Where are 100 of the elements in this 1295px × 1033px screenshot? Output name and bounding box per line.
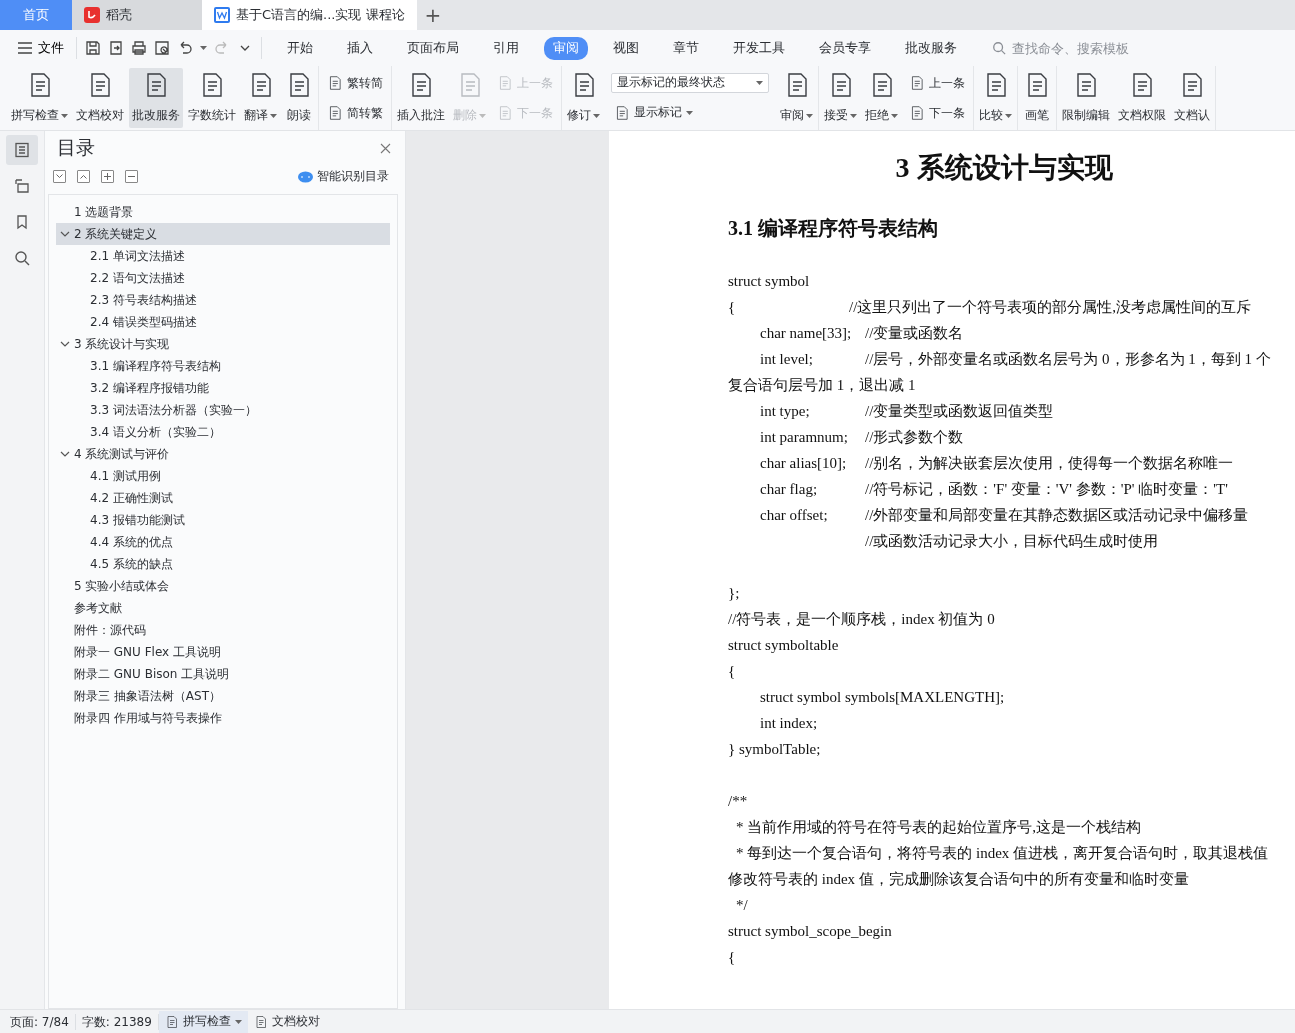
text-line: //符号表，是一个顺序栈，index 初值为 0 — [728, 610, 996, 629]
document-logo-icon — [214, 7, 230, 23]
ribbon-button[interactable]: 批改服务 — [129, 68, 183, 128]
ribbon-small-button[interactable]: 上一条 — [906, 72, 968, 94]
preview-icon[interactable] — [154, 40, 170, 56]
outline-icon — [14, 178, 30, 194]
ribbon-button[interactable]: 审阅 — [777, 68, 816, 128]
toc-item[interactable]: 2.1 单词文法描述 — [56, 245, 390, 267]
menu-tab[interactable]: 章节 — [664, 36, 708, 60]
ribbon-small-button[interactable]: 简转繁 — [324, 102, 386, 124]
text-line: * 当前作用域的符号在符号表的起始位置序号,这是一个栈结构 — [735, 818, 1142, 837]
status-text: 页面: 7/84 — [4, 1013, 76, 1030]
ribbon-small-button[interactable]: 繁转简 — [324, 72, 386, 94]
toc-item[interactable]: 3.3 词法语法分析器（实验一） — [56, 399, 390, 421]
save-icon[interactable] — [85, 40, 101, 56]
menu-tab[interactable]: 插入 — [338, 36, 382, 60]
toc-item[interactable]: 3.1 编译程序符号表结构 — [56, 355, 390, 377]
ribbon-button[interactable]: 修订 — [564, 68, 603, 128]
menu-tab[interactable]: 页面布局 — [398, 36, 468, 60]
sidebar-tool[interactable] — [6, 135, 38, 165]
menu-tab[interactable]: 开发工具 — [724, 36, 794, 60]
export-icon[interactable] — [108, 40, 124, 56]
text-line: { — [728, 662, 737, 681]
ribbon-button[interactable]: 画笔 — [1020, 68, 1054, 128]
menu-tab[interactable]: 视图 — [604, 36, 648, 60]
ribbon-button[interactable]: 接受 — [821, 68, 860, 128]
ribbon-button[interactable]: 朗读 — [282, 68, 316, 128]
ribbon-button[interactable]: 文档校对 — [73, 68, 127, 128]
status-button[interactable]: 文档校对 — [247, 1010, 326, 1033]
text-line: struct symboltable — [728, 636, 840, 655]
text-line: int paramnum; //形式参数个数 — [759, 428, 965, 447]
menu-tab[interactable]: 批改服务 — [896, 36, 966, 60]
text-line: struct symbol — [728, 272, 811, 291]
status-text: 字数: 21389 — [75, 1013, 159, 1030]
toc-item[interactable]: 3.2 编译程序报错功能 — [56, 377, 390, 399]
flame-logo-icon — [84, 7, 100, 23]
minus-icon — [128, 173, 135, 180]
tab[interactable]: 基于C语言的编...实现 课程论 — [202, 0, 417, 30]
menu-tab[interactable]: 引用 — [484, 36, 528, 60]
new-tab-button[interactable]: + — [416, 3, 450, 27]
ribbon-small-button[interactable]: 下一条 — [906, 102, 968, 124]
text-line: char offset; //外部变量和局部变量在其静态数据区或活动记录中偏移量 — [759, 506, 1250, 525]
toc-item[interactable]: 4 系统测试与评价 — [56, 443, 390, 465]
text-line: char alias[10]; //别名，为解决嵌套层次使用，使得每一个数据名称唯一 — [759, 454, 1235, 473]
smart-toc-button[interactable]: 智能识别目录 — [292, 167, 395, 186]
ribbon-button[interactable]: 文档认 — [1171, 68, 1213, 128]
remove-button[interactable] — [125, 170, 138, 183]
ribbon-button[interactable]: 限制编辑 — [1059, 68, 1113, 128]
close-icon[interactable] — [380, 142, 391, 154]
ribbon-button[interactable]: 比较 — [976, 68, 1015, 128]
status-button[interactable]: 拼写检查 — [158, 1010, 248, 1033]
toc-item[interactable]: 附录三 抽象语法树（AST） — [56, 685, 390, 707]
ribbon-small-button[interactable]: 显示标记 — [611, 102, 769, 124]
toc-item[interactable]: 1 选题背景 — [56, 201, 390, 223]
collapse-button[interactable] — [77, 170, 90, 183]
toc-item[interactable]: 4.2 正确性测试 — [56, 487, 390, 509]
toc-item[interactable]: 参考文献 — [56, 597, 390, 619]
chevron-up-icon — [80, 174, 87, 179]
toc-item[interactable]: 4.4 系统的优点 — [56, 531, 390, 553]
toc-item[interactable]: 4.5 系统的缺点 — [56, 553, 390, 575]
ribbon-button[interactable]: 翻译 — [241, 68, 280, 128]
expand-button[interactable] — [53, 170, 66, 183]
ribbon-button[interactable]: 文档权限 — [1115, 68, 1169, 128]
toc-item[interactable]: 3 系统设计与实现 — [56, 333, 390, 355]
chevron-down-icon — [56, 174, 63, 179]
text-line: }; — [728, 584, 741, 603]
text-line: //或函数活动记录大小，目标代码生成时使用 — [864, 532, 1160, 551]
search-field[interactable]: 查找命令、搜索模板 — [1010, 39, 1154, 57]
menu-tab[interactable]: 会员专享 — [810, 36, 880, 60]
document-icon — [164, 1014, 179, 1029]
tab[interactable]: 稻壳 — [72, 0, 202, 30]
dropdown[interactable]: 显示标记的最终状态 — [611, 72, 769, 93]
document-icon — [497, 105, 513, 121]
add-button[interactable] — [101, 170, 114, 183]
toc-item[interactable]: 2.4 错误类型码描述 — [56, 311, 390, 333]
section-heading: 3.1 编译程序符号表结构 — [728, 216, 939, 241]
menu-tab[interactable]: 开始 — [278, 36, 322, 60]
toc-item[interactable]: 3.4 语义分析（实验二） — [56, 421, 390, 443]
ribbon-button[interactable]: 拼写检查 — [8, 68, 71, 128]
toc-item[interactable]: 2.2 语句文法描述 — [56, 267, 390, 289]
ribbon-button[interactable]: 拒绝 — [862, 68, 901, 128]
list-icon — [14, 142, 30, 158]
toc-item[interactable]: 4.1 测试用例 — [56, 465, 390, 487]
text-line: struct symbol symbols[MAXLENGTH]; — [759, 688, 1006, 707]
toc-item[interactable]: 4.3 报错功能测试 — [56, 509, 390, 531]
bookmark-icon — [14, 214, 30, 230]
text-line: struct symbol_scope_begin — [728, 922, 893, 941]
ribbon-button[interactable]: 字数统计 — [185, 68, 239, 128]
toc-item[interactable]: 附录一 GNU Flex 工具说明 — [56, 641, 390, 663]
toc-item[interactable]: 2.3 符号表结构描述 — [56, 289, 390, 311]
toc-item[interactable]: 附录二 GNU Bison 工具说明 — [56, 663, 390, 685]
toc-item[interactable]: 2 系统关键定义 — [56, 223, 390, 245]
search-icon — [14, 250, 30, 266]
document-icon — [614, 104, 630, 121]
toc-item[interactable]: 附录四 作用域与符号表操作 — [56, 707, 390, 729]
toc-item[interactable]: 附件：源代码 — [56, 619, 390, 641]
toc-item[interactable]: 5 实验小结或体会 — [56, 575, 390, 597]
file-menu[interactable]: 文件 — [14, 37, 68, 59]
print-icon[interactable] — [131, 40, 147, 56]
ribbon-button[interactable]: 插入批注 — [394, 68, 448, 128]
